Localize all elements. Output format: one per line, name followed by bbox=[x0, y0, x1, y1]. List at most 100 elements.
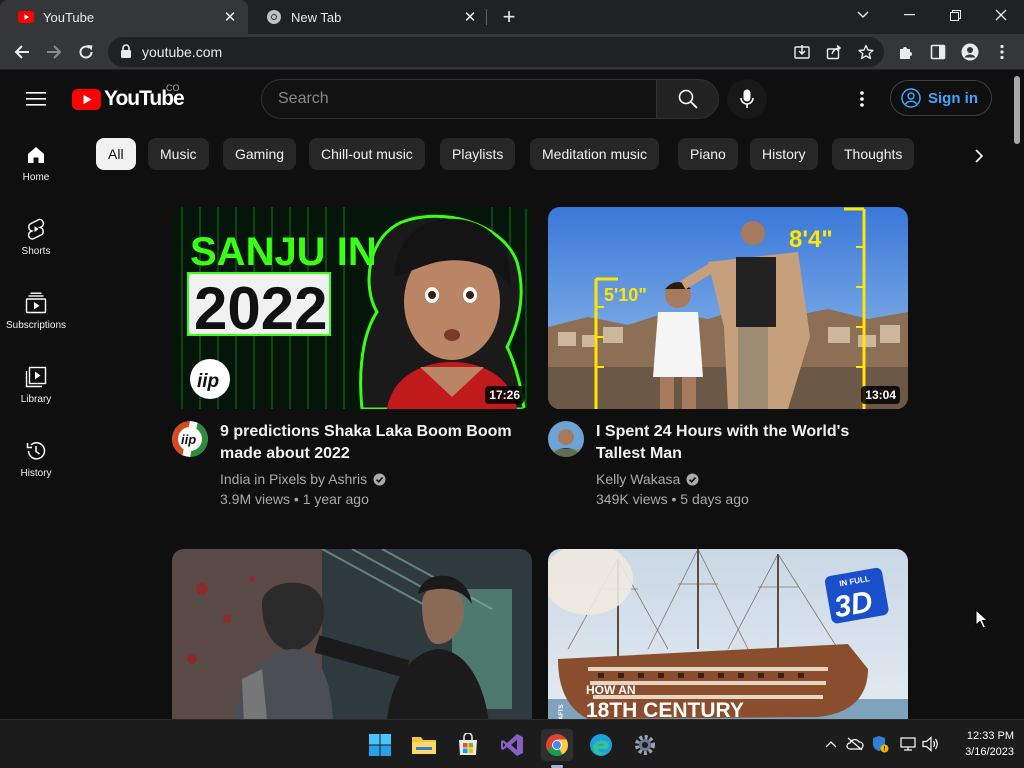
channel-name[interactable]: India in Pixels by Ashris bbox=[220, 471, 386, 487]
windows-start-icon[interactable] bbox=[364, 729, 396, 761]
video-title[interactable]: I Spent 24 Hours with the World's Talles… bbox=[596, 421, 896, 465]
svg-text:5'10": 5'10" bbox=[604, 285, 647, 305]
extensions-puzzle-icon[interactable] bbox=[892, 38, 920, 66]
chip-piano[interactable]: Piano bbox=[678, 138, 738, 170]
sign-in-button[interactable]: Sign in bbox=[890, 80, 992, 116]
tab-youtube[interactable]: YouTube ✕ bbox=[0, 0, 248, 34]
search-button[interactable] bbox=[656, 79, 719, 119]
upload-age: 1 year ago bbox=[302, 491, 369, 507]
filter-chip-bar: All Music Gaming Chill-out music Playlis… bbox=[96, 138, 936, 172]
edge-icon[interactable] bbox=[585, 729, 617, 761]
chip-gaming[interactable]: Gaming bbox=[223, 138, 297, 170]
side-panel-icon[interactable] bbox=[924, 38, 952, 66]
url-text[interactable]: youtube.com bbox=[142, 44, 222, 60]
visual-studio-icon[interactable] bbox=[496, 729, 528, 761]
show-hidden-icons-chevron-icon[interactable] bbox=[822, 735, 840, 753]
thumb-text: 18TH CENTURY bbox=[586, 699, 744, 719]
view-count: 349K views bbox=[596, 491, 668, 507]
browser-menu-icon[interactable] bbox=[988, 38, 1016, 66]
close-tab-icon[interactable]: ✕ bbox=[460, 7, 480, 27]
system-clock[interactable]: 12:33 PM 3/16/2023 bbox=[952, 728, 1014, 760]
file-explorer-icon[interactable] bbox=[408, 729, 440, 761]
install-app-icon[interactable] bbox=[792, 42, 812, 62]
tab-new-tab[interactable]: New Tab ✕ bbox=[248, 0, 488, 34]
volume-speaker-icon[interactable] bbox=[922, 735, 940, 753]
close-window-icon[interactable] bbox=[978, 0, 1024, 30]
page-scrollbar[interactable] bbox=[1010, 71, 1024, 719]
minimize-icon[interactable] bbox=[886, 0, 932, 30]
guide-label: History bbox=[20, 468, 52, 479]
channel-avatar[interactable] bbox=[548, 421, 584, 457]
channel-name-text[interactable]: India in Pixels by Ashris bbox=[220, 471, 367, 487]
video-thumbnail[interactable]: SANJU IN 2022 iip 17:26 bbox=[172, 207, 532, 409]
upload-age: 5 days ago bbox=[680, 491, 749, 507]
svg-text:SANJU IN: SANJU IN bbox=[190, 230, 377, 274]
bookmark-star-icon[interactable] bbox=[856, 42, 876, 62]
video-thumbnail[interactable] bbox=[172, 549, 532, 719]
chip-playlists[interactable]: Playlists bbox=[440, 138, 516, 170]
new-tab-button[interactable]: + bbox=[498, 6, 520, 28]
svg-text:iip: iip bbox=[197, 371, 219, 392]
browser-tabstrip: YouTube ✕ New Tab ✕ + bbox=[0, 0, 1024, 34]
channel-avatar[interactable]: iip bbox=[172, 421, 208, 457]
onedrive-offline-icon[interactable] bbox=[846, 735, 864, 753]
view-count: 3.9M views bbox=[220, 491, 291, 507]
chip-all[interactable]: All bbox=[96, 138, 136, 170]
address-bar[interactable]: youtube.com bbox=[108, 37, 884, 67]
chips-next-arrow-icon[interactable] bbox=[966, 143, 992, 169]
lock-icon[interactable] bbox=[120, 44, 132, 64]
guide-item-history[interactable]: History bbox=[0, 423, 72, 493]
search-box bbox=[261, 79, 657, 119]
library-icon bbox=[24, 365, 48, 389]
guide-label: Subscriptions bbox=[5, 320, 67, 331]
forward-arrow-icon[interactable] bbox=[40, 38, 68, 66]
chip-thoughts[interactable]: Thoughts bbox=[832, 138, 915, 170]
account-circle-icon bbox=[901, 88, 921, 108]
restore-icon[interactable] bbox=[932, 0, 978, 30]
search-icon bbox=[678, 89, 698, 109]
tab-title: New Tab bbox=[291, 9, 342, 25]
chip-meditation-music[interactable]: Meditation music bbox=[530, 138, 660, 170]
youtube-logo-icon bbox=[72, 88, 101, 110]
chip-chill-out-music[interactable]: Chill-out music bbox=[309, 138, 425, 170]
video-thumbnail[interactable]: 5'10" 8'4" 13:04 bbox=[548, 207, 908, 409]
video-duration: 13:04 bbox=[861, 386, 900, 404]
home-icon bbox=[24, 143, 48, 167]
chip-history[interactable]: History bbox=[750, 138, 818, 170]
video-thumbnail[interactable]: IN FULL 3D GRAFTS HOW AN 18TH CENTURY bbox=[548, 549, 908, 719]
youtube-logo[interactable]: YouTube CO bbox=[72, 83, 185, 111]
profile-icon[interactable] bbox=[956, 38, 984, 66]
network-icon[interactable] bbox=[899, 735, 917, 753]
search-input[interactable] bbox=[278, 89, 638, 109]
guide-item-shorts[interactable]: Shorts bbox=[0, 201, 72, 271]
back-arrow-icon[interactable] bbox=[8, 38, 36, 66]
scrollbar-thumb[interactable] bbox=[1014, 76, 1020, 144]
reload-icon[interactable] bbox=[72, 38, 100, 66]
settings-gear-icon[interactable] bbox=[629, 729, 661, 761]
microsoft-store-icon[interactable] bbox=[452, 729, 484, 761]
youtube-masthead: YouTube CO Sign in bbox=[0, 71, 1010, 127]
video-duration: 17:26 bbox=[485, 386, 524, 404]
guide-item-subscriptions[interactable]: Subscriptions bbox=[0, 275, 72, 345]
security-shield-icon[interactable] bbox=[871, 735, 889, 753]
verified-check-icon bbox=[373, 473, 386, 486]
menu-hamburger-icon[interactable] bbox=[22, 87, 50, 111]
history-icon bbox=[24, 439, 48, 463]
close-tab-icon[interactable]: ✕ bbox=[220, 7, 240, 27]
browser-toolbar: youtube.com bbox=[0, 34, 1024, 70]
verified-check-icon bbox=[686, 473, 699, 486]
tab-search-icon[interactable] bbox=[840, 0, 886, 30]
youtube-favicon-icon bbox=[18, 9, 34, 25]
channel-name-text[interactable]: Kelly Wakasa bbox=[596, 471, 680, 487]
chip-music[interactable]: Music bbox=[148, 138, 209, 170]
video-title[interactable]: 9 predictions Shaka Laka Boom Boom made … bbox=[220, 421, 520, 465]
channel-name[interactable]: Kelly Wakasa bbox=[596, 471, 699, 487]
guide-item-library[interactable]: Library bbox=[0, 349, 72, 419]
share-icon[interactable] bbox=[824, 42, 844, 62]
video-stats: 349K views • 5 days ago bbox=[596, 491, 749, 507]
guide-item-home[interactable]: Home bbox=[0, 127, 72, 197]
chrome-taskbar-icon[interactable] bbox=[541, 729, 573, 761]
clock-date: 3/16/2023 bbox=[965, 746, 1014, 758]
settings-more-icon[interactable] bbox=[848, 85, 876, 113]
voice-search-button[interactable] bbox=[727, 79, 767, 119]
